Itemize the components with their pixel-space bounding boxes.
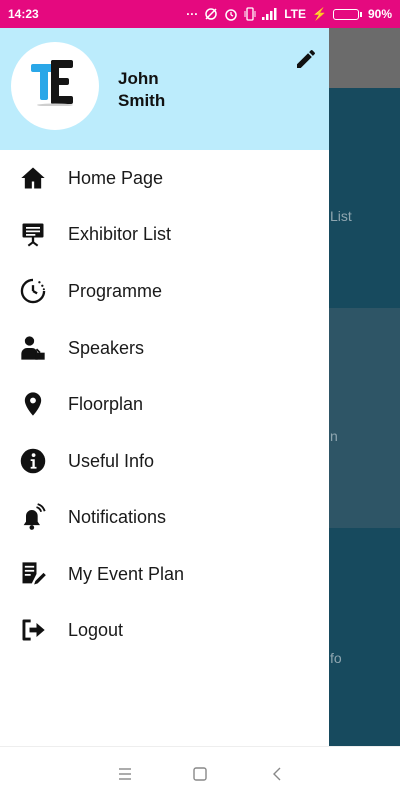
menu-item-notifications[interactable]: Notifications xyxy=(0,489,329,545)
menu-item-programme[interactable]: Programme xyxy=(0,263,329,319)
pencil-icon xyxy=(297,49,316,68)
recent-apps-button[interactable] xyxy=(112,761,138,787)
home-square-icon xyxy=(193,767,207,781)
home-button[interactable] xyxy=(187,761,213,787)
document-edit-icon xyxy=(18,559,48,589)
logout-icon xyxy=(18,615,48,645)
menu-item-exhibitor-list[interactable]: Exhibitor List xyxy=(0,206,329,262)
menu-item-label: Floorplan xyxy=(68,393,144,414)
presentation-board-icon xyxy=(18,219,48,249)
signal-icon xyxy=(262,8,277,20)
back-icon xyxy=(273,767,281,781)
network-type: LTE xyxy=(284,7,307,21)
menu-item-label: Programme xyxy=(68,280,163,301)
menu-item-label: My Event Plan xyxy=(68,563,185,584)
battery-percent: 90% xyxy=(367,7,392,21)
background-tile-label: fo xyxy=(330,650,342,666)
menu-item-my-event-plan[interactable]: My Event Plan xyxy=(0,546,329,602)
menu-item-speakers[interactable]: Speakers xyxy=(0,320,329,376)
info-icon xyxy=(18,446,48,476)
home-icon xyxy=(18,163,48,193)
drawer-header: John Smith xyxy=(0,28,329,150)
back-button[interactable] xyxy=(264,761,290,787)
speaker-icon xyxy=(18,333,48,363)
sync-off-icon xyxy=(205,8,217,20)
more-notifications-icon: ··· xyxy=(186,7,199,21)
status-bar: 14:23 ··· LTE ⚡ 90% xyxy=(0,0,400,28)
menu-item-label: Notifications xyxy=(68,506,167,527)
app-logo-icon xyxy=(31,60,73,106)
status-icons: ··· LTE ⚡ 90% xyxy=(186,7,392,21)
alarm-icon xyxy=(225,9,237,21)
menu-item-label: Home Page xyxy=(68,167,164,188)
menu-item-useful-info[interactable]: Useful Info xyxy=(0,433,329,489)
clock-schedule-icon xyxy=(18,276,48,306)
menu-item-floorplan[interactable]: Floorplan xyxy=(0,376,329,432)
map-pin-icon xyxy=(18,389,48,419)
background-tile-label: n xyxy=(330,428,338,444)
background-tile-label: List xyxy=(330,208,352,224)
menu-icon xyxy=(119,768,131,780)
system-nav-bar xyxy=(0,746,400,800)
charging-icon: ⚡ xyxy=(312,7,327,21)
menu-item-home-page[interactable]: Home Page xyxy=(0,150,329,206)
user-name: John Smith xyxy=(118,69,166,110)
menu-item-label: Speakers xyxy=(68,337,145,358)
status-time: 14:23 xyxy=(8,7,39,21)
menu-item-logout[interactable]: Logout xyxy=(0,602,329,658)
vibrate-icon xyxy=(244,7,256,21)
avatar[interactable] xyxy=(11,42,99,130)
menu-item-label: Logout xyxy=(68,619,124,640)
menu-item-label: Exhibitor List xyxy=(68,223,172,244)
edit-profile-button[interactable] xyxy=(293,46,319,72)
battery-icon xyxy=(332,8,362,20)
menu-item-label: Useful Info xyxy=(68,450,155,471)
bell-icon xyxy=(18,502,48,532)
navigation-drawer: John Smith Home Page Exhibitor List Prog… xyxy=(0,28,329,746)
